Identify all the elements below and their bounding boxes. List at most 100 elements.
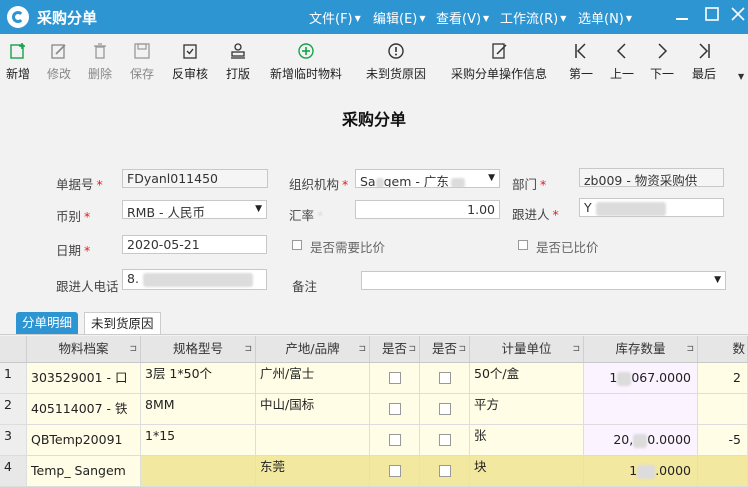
- doc-no-field[interactable]: FDyanl011450: [122, 169, 268, 188]
- phone-label: 跟进人电话: [56, 279, 119, 294]
- header-origin[interactable]: 产地/品牌 ⊐: [256, 336, 370, 362]
- title-bar: 采购分单 文件(F) ▼ 编辑(E) ▼ 查看(V) ▼ 工作流(R) ▼ 选单(N) ▼: [0, 0, 748, 34]
- close-button[interactable]: [726, 4, 748, 28]
- redacted-mark: [142, 272, 253, 287]
- cell-material[interactable]: QBTemp20091: [27, 425, 141, 455]
- delete-button[interactable]: 删除: [84, 34, 116, 86]
- org-select[interactable]: Sa gem - 广东 ▼: [355, 169, 500, 188]
- maximize-button[interactable]: [700, 4, 724, 28]
- new-button[interactable]: 新增: [2, 34, 34, 86]
- clipboard-check-icon: [183, 44, 197, 59]
- unaudit-button[interactable]: 反审核: [168, 34, 212, 86]
- menu-file[interactable]: 文件(F) ▼: [309, 8, 361, 27]
- first-record-button[interactable]: 第一: [566, 34, 596, 86]
- stamp-icon: [231, 43, 245, 59]
- last-record-button[interactable]: 最后: [688, 34, 720, 86]
- pin-icon: ⊐: [129, 344, 137, 354]
- cell-spec[interactable]: 8MM: [141, 394, 256, 424]
- first-page-icon: [575, 43, 586, 59]
- compared-checkbox[interactable]: [518, 240, 528, 250]
- table-row-selected[interactable]: 4 Temp_ Sangem 东莞 块 1.0000: [0, 456, 748, 487]
- row-checkbox[interactable]: [438, 371, 451, 384]
- maximize-icon: [705, 7, 719, 21]
- cell-unit[interactable]: 50个/盒: [470, 363, 584, 393]
- row-checkbox[interactable]: [388, 464, 401, 477]
- row-checkbox[interactable]: [388, 402, 401, 415]
- save-button[interactable]: 保存: [126, 34, 158, 86]
- rate-field[interactable]: 1.00: [355, 200, 500, 219]
- row-checkbox[interactable]: [388, 371, 401, 384]
- tab-detail[interactable]: 分单明细: [16, 312, 79, 334]
- cell-yn1[interactable]: [370, 363, 420, 393]
- cell-material[interactable]: 303529001 - 口: [27, 363, 141, 393]
- app-logo-icon: [7, 6, 29, 28]
- cell-yn1[interactable]: [370, 425, 420, 455]
- phone-field[interactable]: 8.: [122, 269, 267, 290]
- cell-yn2[interactable]: [420, 394, 470, 424]
- dept-field[interactable]: zb009 - 物资采购供: [579, 168, 724, 187]
- row-checkbox[interactable]: [438, 402, 451, 415]
- cell-origin[interactable]: [256, 425, 370, 455]
- menu-edit[interactable]: 编辑(E) ▼: [373, 8, 426, 27]
- header-yn2[interactable]: 是否 ⊐: [420, 336, 470, 362]
- cell-extra[interactable]: -5: [698, 425, 748, 455]
- header-yn1[interactable]: 是否 ⊐: [370, 336, 420, 362]
- currency-label: 币别 *: [56, 209, 91, 224]
- cell-stock[interactable]: [584, 394, 698, 424]
- row-checkbox[interactable]: [438, 433, 451, 446]
- need-compare-label: 是否需要比价: [310, 240, 386, 255]
- cell-unit[interactable]: 平方: [470, 394, 584, 424]
- menu-select[interactable]: 选单(N) ▼: [578, 8, 632, 27]
- print-button[interactable]: 打版: [222, 34, 254, 86]
- header-material[interactable]: 物料档案 ⊐: [27, 336, 141, 362]
- cell-spec[interactable]: 3层 1*50个: [141, 363, 256, 393]
- header-stock[interactable]: 库存数量 ⊐: [584, 336, 698, 362]
- cell-yn2[interactable]: [420, 363, 470, 393]
- need-compare-checkbox[interactable]: [292, 240, 302, 250]
- follower-field[interactable]: Y: [579, 198, 724, 217]
- header-unit[interactable]: 计量单位 ⊐: [470, 336, 584, 362]
- cell-stock[interactable]: 1 067.0000: [584, 363, 698, 393]
- menu-view[interactable]: 查看(V) ▼: [436, 8, 489, 27]
- date-field[interactable]: 2020-05-21: [122, 235, 267, 254]
- cell-yn2[interactable]: [420, 425, 470, 455]
- currency-select[interactable]: RMB - 人民币 ▼: [122, 200, 267, 219]
- cell-stock[interactable]: 20, 0.0000: [584, 425, 698, 455]
- pin-icon: ⊐: [458, 344, 466, 354]
- cell-spec[interactable]: 1*15: [141, 425, 256, 455]
- minimize-button[interactable]: [670, 4, 694, 28]
- table-row[interactable]: 2 405114007 - 铁 8MM 中山/国标 平方: [0, 394, 748, 425]
- cell-extra[interactable]: [698, 394, 748, 424]
- alert-circle-icon: [388, 43, 404, 59]
- cell-unit[interactable]: 张: [470, 425, 584, 455]
- prev-record-button[interactable]: 上一: [607, 34, 637, 86]
- row-checkbox[interactable]: [388, 433, 401, 446]
- op-info-button[interactable]: 采购分单操作信息: [444, 34, 554, 86]
- not-arrived-reason-button[interactable]: 未到货原因: [360, 34, 432, 86]
- menu-workflow[interactable]: 工作流(R) ▼: [500, 8, 566, 27]
- pin-icon: ⊐: [572, 344, 580, 354]
- toolbar: 新增 修改 删除 保存 反审核 打版 新增临时物料 未到货原因 采购分单操作信息…: [0, 34, 748, 86]
- trash-icon: [94, 43, 106, 59]
- pencil-icon: [51, 44, 66, 59]
- page-title: 采购分单: [341, 110, 406, 129]
- row-checkbox[interactable]: [438, 464, 451, 477]
- plus-circle-icon: [298, 43, 314, 59]
- table-row[interactable]: 1 303529001 - 口 3层 1*50个 广州/富士 50个/盒 1 06…: [0, 363, 748, 394]
- toolbar-overflow-icon[interactable]: ▼: [738, 72, 744, 81]
- chevron-right-icon: [658, 43, 668, 59]
- next-record-button[interactable]: 下一: [647, 34, 677, 86]
- header-extra[interactable]: 数: [698, 336, 748, 362]
- cell-origin[interactable]: 中山/国标: [256, 394, 370, 424]
- cell-extra[interactable]: 2: [698, 363, 748, 393]
- table-row[interactable]: 3 QBTemp20091 1*15 张 20, 0.0000 -5: [0, 425, 748, 456]
- remark-select[interactable]: ▼: [361, 271, 726, 290]
- cell-material[interactable]: 405114007 - 铁: [27, 394, 141, 424]
- add-temp-material-button[interactable]: 新增临时物料: [264, 34, 348, 86]
- header-spec[interactable]: 规格型号 ⊐: [141, 336, 256, 362]
- edit-button[interactable]: 修改: [42, 34, 76, 86]
- app-title: 采购分单: [37, 9, 98, 27]
- tab-not-arrived-reason[interactable]: 未到货原因: [84, 312, 161, 334]
- cell-yn1[interactable]: [370, 394, 420, 424]
- cell-origin[interactable]: 广州/富士: [256, 363, 370, 393]
